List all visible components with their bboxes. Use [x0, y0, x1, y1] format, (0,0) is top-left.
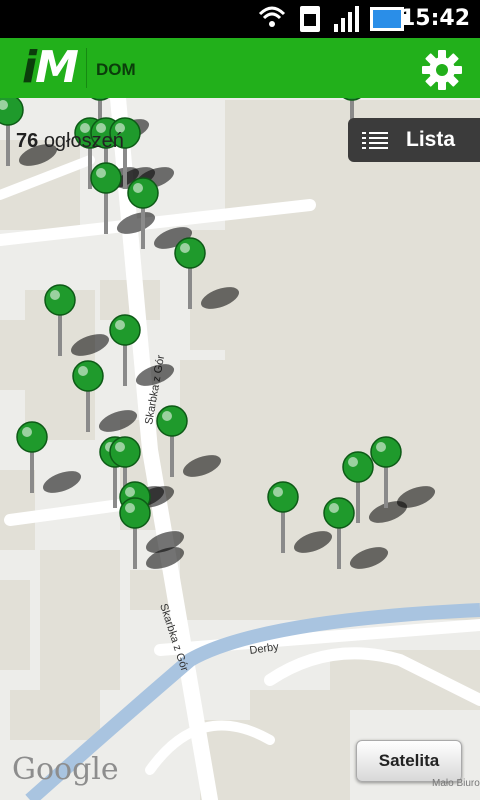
satellite-button[interactable]: Satelita	[356, 740, 462, 782]
settings-gear-icon[interactable]	[420, 48, 464, 92]
list-button[interactable]: Lista	[348, 118, 480, 162]
google-logo: Google	[12, 752, 119, 787]
map-view[interactable]: Skarbka z Gór Skarbka z Gór Derby	[0, 98, 480, 800]
logo-divider	[86, 48, 87, 88]
sim-icon	[300, 6, 320, 32]
map-copyright: Mało Biuro	[432, 778, 480, 789]
listing-count: 76 ogłoszeń	[16, 130, 124, 152]
app-logo: iM	[22, 42, 79, 93]
signal-icon	[334, 6, 359, 32]
section-label: DOM	[96, 60, 136, 79]
list-icon	[362, 132, 388, 149]
status-bar: 15:42	[0, 0, 480, 38]
list-button-label: Lista	[406, 128, 456, 151]
clock: 15:42	[399, 6, 470, 31]
wifi-icon	[258, 6, 286, 27]
